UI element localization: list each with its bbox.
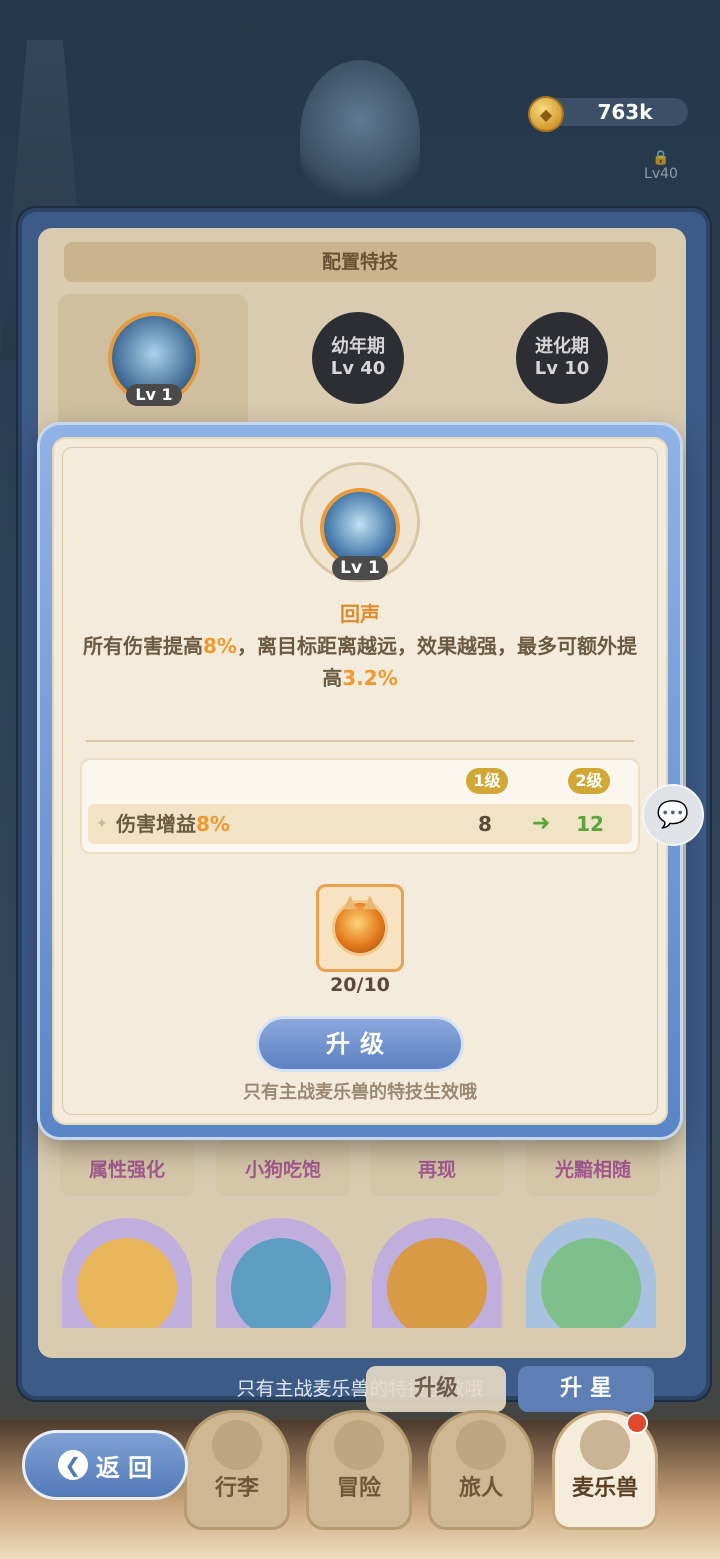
stat-current-value: 8 xyxy=(478,812,492,836)
material-count: 20/10 xyxy=(330,974,390,996)
coin-icon: ◆ xyxy=(528,96,564,132)
panel-upgrade-button[interactable]: 升级 xyxy=(366,1366,506,1412)
currency-value: 763k xyxy=(597,100,653,124)
panel-title: 配置特技 xyxy=(321,251,398,273)
back-button-label: 返 回 xyxy=(95,1453,153,1482)
nav-label-traveler: 旅人 xyxy=(458,1476,503,1501)
skill-slot-1-level: Lv 1 xyxy=(126,384,182,406)
back-button[interactable]: ❮ 返 回 xyxy=(22,1430,188,1500)
skill-tag-3[interactable]: 再现 xyxy=(370,1140,504,1196)
locked-level-text: Lv40 xyxy=(644,166,678,182)
divider xyxy=(86,740,634,742)
stat-label-text: 伤害增益 xyxy=(116,812,196,836)
swords-icon xyxy=(334,1420,384,1470)
locked-feature[interactable]: 🔒 Lv40 xyxy=(636,150,686,210)
sparkle-icon: ✦ xyxy=(96,816,108,832)
nav-item-traveler[interactable]: 旅人 xyxy=(428,1410,534,1530)
skill-slot-2-locked[interactable]: 幼年期 Lv 40 xyxy=(312,312,404,404)
desc-part-1: 所有伤害提高 xyxy=(83,634,204,658)
back-arrow-icon: ❮ xyxy=(57,1450,88,1480)
desc-value-1: 8% xyxy=(203,634,237,658)
skill-level-badge: Lv 1 xyxy=(332,556,388,580)
lock-icon: 🔒 xyxy=(652,150,670,166)
pet-icon xyxy=(580,1420,630,1470)
slot-2-level: Lv 40 xyxy=(330,358,386,379)
stat-label-value: 8% xyxy=(196,812,230,836)
nav-item-luggage[interactable]: 行李 xyxy=(184,1410,290,1530)
background-creature xyxy=(300,60,420,210)
nav-label-luggage: 行李 xyxy=(214,1476,259,1501)
star-up-button[interactable]: 升 星 xyxy=(518,1366,654,1412)
nav-label-adventure: 冒险 xyxy=(336,1476,381,1501)
skill-name: 回声 xyxy=(340,602,380,626)
notification-dot xyxy=(626,1412,648,1434)
upgrade-button[interactable]: 升级 xyxy=(256,1016,464,1072)
modal-tip: 只有主战麦乐兽的特技生效哦 xyxy=(243,1082,477,1103)
skill-tag-2[interactable]: 小狗吃饱 xyxy=(216,1140,350,1196)
skill-slot-3-locked[interactable]: 进化期 Lv 10 xyxy=(516,312,608,404)
skill-description: 所有伤害提高8%，离目标距离越远，效果越强，最多可额外提高3.2% xyxy=(80,630,640,694)
desc-value-2: 3.2% xyxy=(342,666,398,690)
traveler-icon xyxy=(456,1420,506,1470)
skill-tag-1[interactable]: 属性强化 xyxy=(60,1140,194,1196)
skill-tag-4[interactable]: 光黯相随 xyxy=(526,1140,660,1196)
luggage-icon xyxy=(212,1420,262,1470)
chat-bubble-icon[interactable]: 💬 xyxy=(642,784,704,846)
material-frame-ears: ▲ ▲ xyxy=(343,891,377,912)
stat-next-value: 12 xyxy=(576,812,604,836)
desc-part-2: ，离目标距离越远，效果越强，最多可额外提高 xyxy=(236,634,637,690)
slot-2-stage: 幼年期 xyxy=(331,336,385,357)
slot-3-level: Lv 10 xyxy=(534,358,590,379)
next-level-badge: 2级 xyxy=(568,768,610,794)
nav-item-adventure[interactable]: 冒险 xyxy=(306,1410,412,1530)
arrow-right-icon: ➜ xyxy=(531,811,551,836)
nav-label-pets: 麦乐兽 xyxy=(571,1476,638,1501)
slot-3-stage: 进化期 xyxy=(535,336,589,357)
current-level-badge: 1级 xyxy=(466,768,508,794)
stat-label: 伤害增益8% xyxy=(116,804,230,844)
